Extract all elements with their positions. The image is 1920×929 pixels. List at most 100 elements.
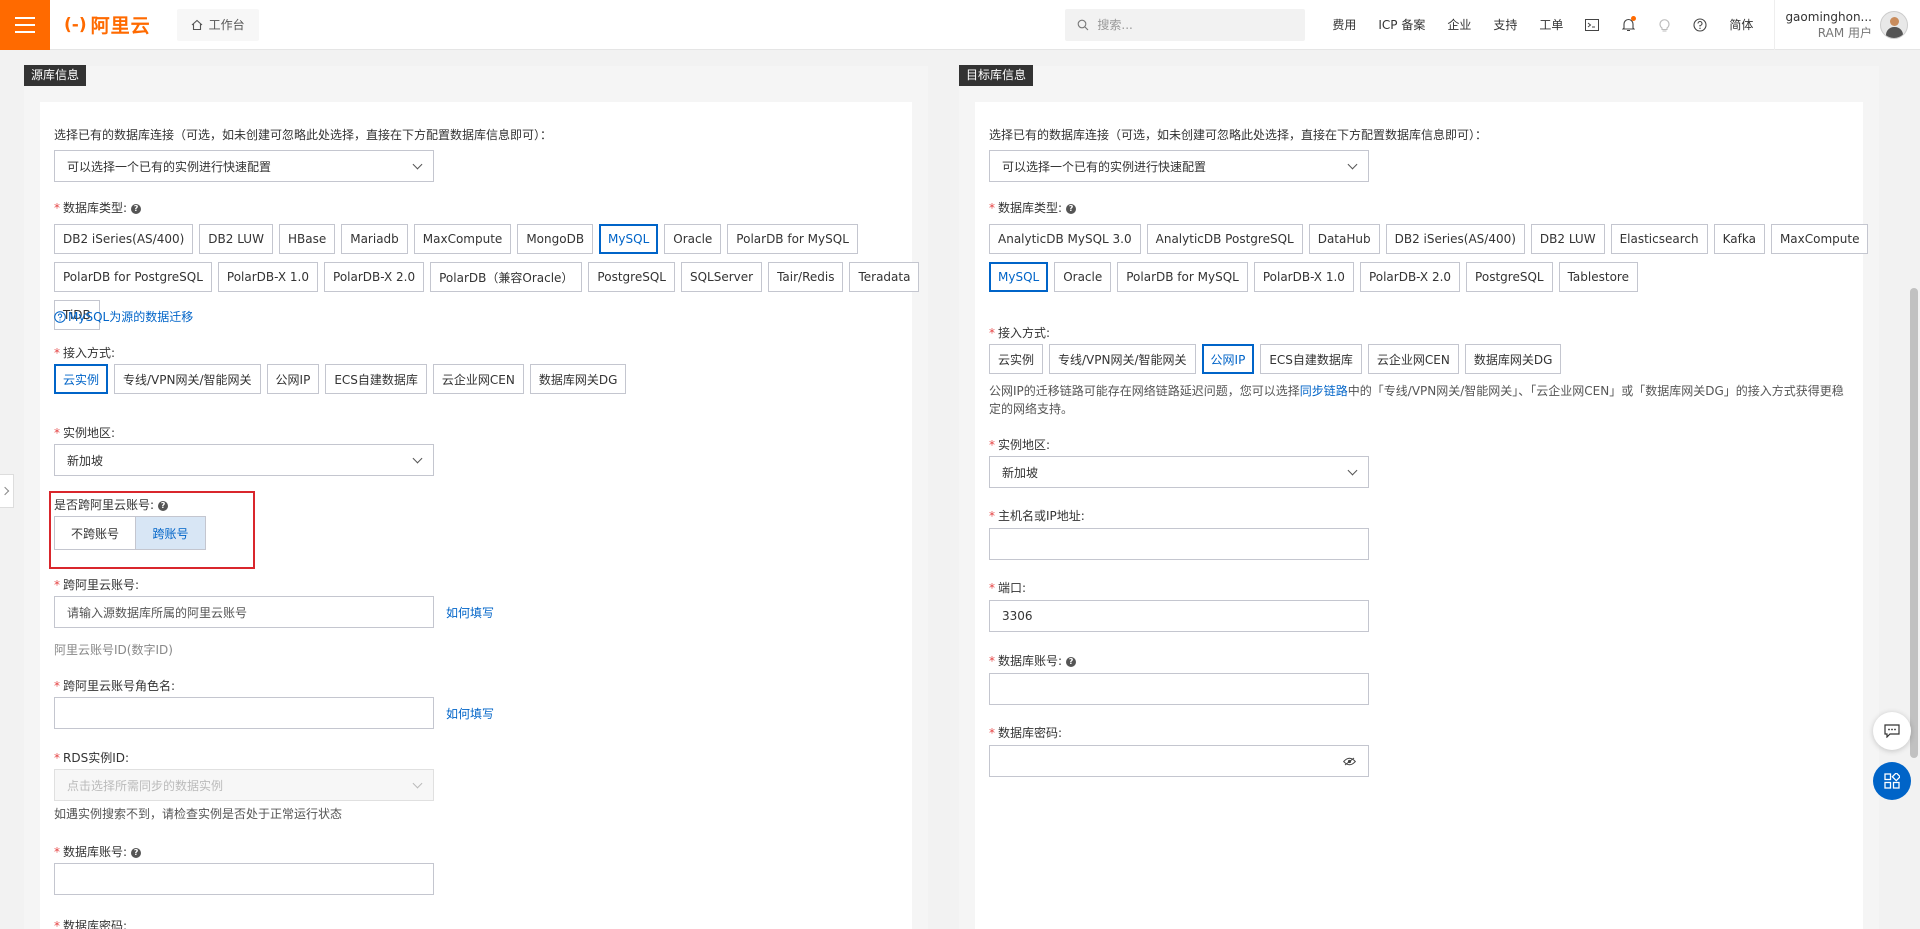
source-migration-link[interactable]: MySQL为源的数据迁移 bbox=[54, 308, 193, 325]
target-db-type-option[interactable]: PolarDB for MySQL bbox=[1117, 262, 1248, 292]
target-existing-label: 选择已有的数据库连接（可选，如未创建可忽略此处选择，直接在下方配置数据库信息即可… bbox=[989, 128, 1488, 142]
sidebar-expand-tab[interactable] bbox=[0, 474, 14, 508]
help-circle-icon[interactable] bbox=[1682, 17, 1718, 32]
target-db-type-option[interactable]: DB2 iSeries(AS/400) bbox=[1385, 224, 1525, 254]
rds-id-select[interactable]: 点击选择所需同步的数据实例 bbox=[54, 769, 434, 801]
source-db-type-option[interactable]: MaxCompute bbox=[413, 224, 512, 254]
source-db-type-option[interactable]: PolarDB for MySQL bbox=[727, 224, 858, 254]
source-access-option[interactable]: 数据库网关DG bbox=[529, 364, 627, 394]
chevron-down-icon bbox=[1347, 465, 1358, 475]
scrollbar[interactable] bbox=[1910, 288, 1918, 758]
target-account-input[interactable] bbox=[989, 673, 1369, 705]
source-db-type-option[interactable]: Teradata bbox=[849, 262, 920, 292]
port-input[interactable]: 3306 bbox=[989, 600, 1369, 632]
search-input[interactable]: 搜索... bbox=[1065, 8, 1306, 41]
help-icon[interactable]: ? bbox=[158, 501, 169, 511]
target-db-type-option[interactable]: Oracle bbox=[1054, 262, 1112, 292]
target-form: 选择已有的数据库连接（可选，如未创建可忽略此处选择，直接在下方配置数据库信息即可… bbox=[975, 102, 1869, 929]
host-input[interactable] bbox=[989, 528, 1369, 560]
source-db-type-option[interactable]: PolarDB（兼容Oracle） bbox=[430, 262, 583, 292]
public-ip-note: 公网IP的迁移链路可能存在网络链路延迟问题，您可以选择同步链路中的「专线/VPN… bbox=[989, 384, 1844, 416]
eye-icon[interactable] bbox=[1343, 757, 1356, 766]
source-region-label: * 实例地区: bbox=[54, 426, 116, 440]
source-db-type-option[interactable]: Oracle bbox=[664, 224, 722, 254]
role-name-input[interactable] bbox=[54, 697, 434, 729]
target-access-option[interactable]: ECS自建数据库 bbox=[1260, 344, 1362, 374]
nav-ticket[interactable]: 工单 bbox=[1528, 16, 1574, 33]
language-switch[interactable]: 简体 bbox=[1718, 16, 1764, 33]
source-db-type-option[interactable]: Tair/Redis bbox=[768, 262, 844, 292]
help-icon[interactable]: ? bbox=[1066, 657, 1077, 667]
source-db-type-option[interactable]: HBase bbox=[278, 224, 336, 254]
source-db-type-option[interactable]: DB2 LUW bbox=[199, 224, 273, 254]
workbench-button[interactable]: 工作台 bbox=[176, 8, 259, 41]
help-icon[interactable]: ? bbox=[131, 848, 142, 858]
source-db-type-option[interactable]: MongoDB bbox=[517, 224, 594, 254]
target-db-type-option[interactable]: Elasticsearch bbox=[1610, 224, 1708, 254]
target-db-type-option[interactable]: DB2 LUW bbox=[1530, 224, 1605, 254]
target-password-input[interactable] bbox=[989, 745, 1369, 777]
target-db-type-option[interactable]: PolarDB-X 1.0 bbox=[1253, 262, 1354, 292]
avatar[interactable] bbox=[1880, 10, 1908, 39]
target-access-option[interactable]: 云实例 bbox=[989, 344, 1044, 374]
source-db-type-option-selected[interactable]: MySQL bbox=[599, 224, 659, 254]
nav-support[interactable]: 支持 bbox=[1482, 16, 1528, 33]
target-db-type-option-selected[interactable]: MySQL bbox=[989, 262, 1049, 292]
source-account-input[interactable] bbox=[54, 863, 434, 895]
target-access-option[interactable]: 云企业网CEN bbox=[1367, 344, 1459, 374]
target-db-type-option[interactable]: PolarDB-X 2.0 bbox=[1359, 262, 1461, 292]
source-access-option[interactable]: 专线/VPN网关/智能网关 bbox=[114, 364, 261, 394]
source-db-type-option[interactable]: Mariadb bbox=[341, 224, 408, 254]
target-db-type-option[interactable]: PostgreSQL bbox=[1466, 262, 1553, 292]
no-cross-account-option[interactable]: 不跨账号 bbox=[55, 517, 135, 549]
source-db-type-option[interactable]: SQLServer bbox=[680, 262, 763, 292]
menu-button[interactable] bbox=[0, 0, 50, 50]
host-label: * 主机名或IP地址: bbox=[989, 509, 1085, 523]
target-access-option-selected[interactable]: 公网IP bbox=[1201, 344, 1255, 374]
apps-button[interactable] bbox=[1873, 762, 1911, 800]
source-db-type-option[interactable]: PolarDB-X 2.0 bbox=[324, 262, 425, 292]
target-db-type-option[interactable]: MaxCompute bbox=[1770, 224, 1869, 254]
source-access-option[interactable]: ECS自建数据库 bbox=[325, 364, 427, 394]
terminal-icon[interactable] bbox=[1574, 18, 1610, 31]
target-panel-title: 目标库信息 bbox=[959, 65, 1034, 86]
how-to-fill-link[interactable]: 如何填写 bbox=[446, 604, 494, 621]
source-access-option-selected[interactable]: 云实例 bbox=[54, 364, 109, 394]
source-db-type-option[interactable]: PolarDB for PostgreSQL bbox=[54, 262, 212, 292]
source-panel: 源库信息 选择已有的数据库连接（可选，如未创建可忽略此处选择，直接在下方配置数据… bbox=[24, 65, 928, 929]
how-to-fill-link[interactable]: 如何填写 bbox=[446, 705, 494, 722]
source-access-option[interactable]: 公网IP bbox=[266, 364, 320, 394]
aliyun-logo[interactable]: (-) 阿里云 bbox=[64, 11, 151, 38]
target-db-type-option[interactable]: AnalyticDB PostgreSQL bbox=[1146, 224, 1303, 254]
nav-fee[interactable]: 费用 bbox=[1321, 16, 1367, 33]
source-existing-select[interactable]: 可以选择一个已有的实例进行快速配置 bbox=[54, 150, 434, 182]
source-db-type-option[interactable]: DB2 iSeries(AS/400) bbox=[54, 224, 194, 254]
target-db-type-option[interactable]: AnalyticDB MySQL 3.0 bbox=[989, 224, 1141, 254]
target-region-select[interactable]: 新加坡 bbox=[989, 456, 1369, 488]
target-db-type-option[interactable]: DataHub bbox=[1308, 224, 1380, 254]
target-access-option[interactable]: 专线/VPN网关/智能网关 bbox=[1049, 344, 1196, 374]
nav-icp[interactable]: ICP 备案 bbox=[1367, 16, 1436, 33]
target-db-type-option[interactable]: Tablestore bbox=[1558, 262, 1638, 292]
search-icon bbox=[1078, 19, 1089, 30]
nav-enterprise[interactable]: 企业 bbox=[1436, 16, 1482, 33]
cross-account-input[interactable]: 请输入源数据库所属的阿里云账号 bbox=[54, 596, 434, 628]
target-db-type-option[interactable]: Kafka bbox=[1713, 224, 1765, 254]
target-access-option[interactable]: 数据库网关DG bbox=[1464, 344, 1562, 374]
lightbulb-icon[interactable] bbox=[1646, 18, 1682, 32]
source-db-type-option[interactable]: PostgreSQL bbox=[588, 262, 675, 292]
target-existing-placeholder: 可以选择一个已有的实例进行快速配置 bbox=[1002, 159, 1207, 174]
help-icon[interactable]: ? bbox=[131, 204, 142, 214]
sync-link[interactable]: 同步链路 bbox=[1300, 384, 1348, 398]
source-region-select[interactable]: 新加坡 bbox=[54, 444, 434, 476]
cross-account-option-selected[interactable]: 跨账号 bbox=[135, 517, 205, 549]
search-placeholder: 搜索... bbox=[1097, 18, 1133, 32]
source-db-type-option[interactable]: PolarDB-X 1.0 bbox=[217, 262, 319, 292]
user-menu[interactable]: gaominghon... RAM 用户 bbox=[1774, 0, 1920, 50]
bell-icon[interactable] bbox=[1610, 15, 1646, 32]
question-circle-icon bbox=[54, 310, 66, 323]
target-existing-select[interactable]: 可以选择一个已有的实例进行快速配置 bbox=[989, 150, 1369, 182]
chat-button[interactable] bbox=[1873, 712, 1911, 750]
source-access-option[interactable]: 云企业网CEN bbox=[432, 364, 524, 394]
help-icon[interactable]: ? bbox=[1066, 204, 1077, 214]
